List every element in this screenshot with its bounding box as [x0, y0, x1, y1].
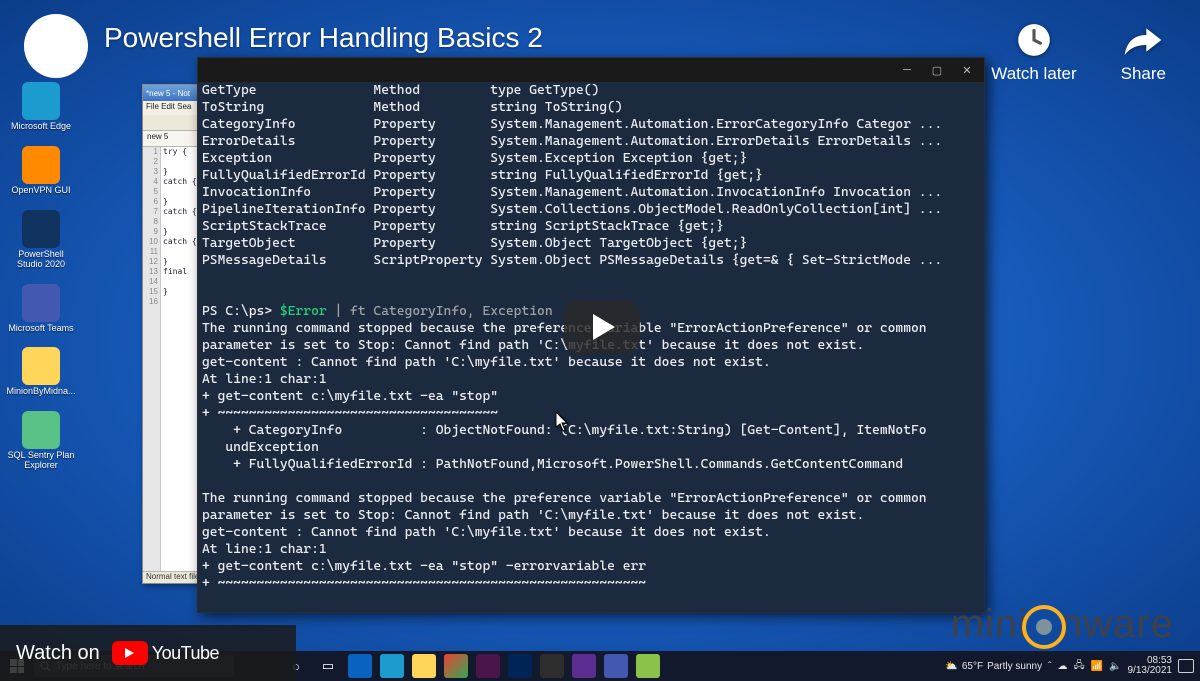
watch-later-button[interactable]: Watch later [991, 18, 1076, 84]
taskbar-edge-icon[interactable] [380, 654, 404, 678]
taskbar-slack-icon[interactable] [476, 654, 500, 678]
network-icon[interactable]: 🖧 [1073, 658, 1084, 675]
taskbar-outlook-icon[interactable] [348, 654, 372, 678]
share-icon [1121, 18, 1165, 62]
play-button[interactable] [564, 300, 640, 354]
system-tray[interactable]: ˆ ☁ 🖧 📶 🔈 [1048, 658, 1121, 675]
volume-icon[interactable]: 🔈 [1109, 661, 1121, 672]
taskbar-pinned: ○ ▭ [284, 654, 660, 678]
wifi-icon[interactable]: 📶 [1091, 661, 1103, 672]
taskbar-terminal-icon[interactable] [540, 654, 564, 678]
taskbar-teams-icon[interactable] [604, 654, 628, 678]
watch-on-youtube-button[interactable]: Watch on YouTube [0, 625, 296, 681]
action-center-icon[interactable] [1178, 659, 1194, 673]
notepad-menu[interactable]: File Edit Sea [143, 101, 205, 115]
taskbar-taskview-icon[interactable]: ▭ [316, 654, 340, 678]
desktop-icon-edge[interactable]: Microsoft Edge [6, 82, 76, 132]
desktop-icon-powershell-studio[interactable]: PowerShell Studio 2020 [6, 210, 76, 270]
taskbar-weather[interactable]: ⛅ 65°F Partly sunny [945, 661, 1042, 672]
logo-eye-icon [1022, 605, 1066, 649]
taskbar-vs-icon[interactable] [572, 654, 596, 678]
notepad-gutter: 12345678910111213141516 [143, 147, 161, 571]
desktop-icon-sql-sentry[interactable]: SQL Sentry Plan Explorer [6, 411, 76, 471]
taskbar-clock[interactable]: 08:53 9/13/2021 [1128, 656, 1173, 677]
desktop-icon-teams[interactable]: Microsoft Teams [6, 284, 76, 334]
notepad-status: Normal text file [143, 571, 205, 583]
play-icon [593, 314, 615, 340]
share-button[interactable]: Share [1121, 18, 1166, 84]
taskbar-chrome-icon[interactable] [444, 654, 468, 678]
channel-avatar[interactable] [24, 14, 88, 78]
taskbar-powershell-icon[interactable] [508, 654, 532, 678]
notepad-tab[interactable]: new 5 [143, 131, 205, 147]
onedrive-icon[interactable]: ☁ [1057, 661, 1067, 672]
youtube-logo: YouTube [112, 641, 219, 665]
chevron-up-icon[interactable]: ˆ [1048, 661, 1051, 672]
taskbar-notepad-icon[interactable] [636, 654, 660, 678]
taskbar-explorer-icon[interactable] [412, 654, 436, 678]
clock-icon [1012, 18, 1056, 62]
desktop-icon-openvpn[interactable]: OpenVPN GUI [6, 146, 76, 196]
notepad-titlebar[interactable]: *new 5 - Not [143, 85, 205, 101]
desktop-icon-folder[interactable]: MinionByMidna... [6, 347, 76, 397]
notepad-toolbar[interactable] [143, 115, 205, 131]
minionware-logo: mini nware [951, 602, 1174, 647]
video-title[interactable]: Powershell Error Handling Basics 2 [104, 14, 991, 54]
weather-icon: ⛅ [945, 661, 957, 672]
